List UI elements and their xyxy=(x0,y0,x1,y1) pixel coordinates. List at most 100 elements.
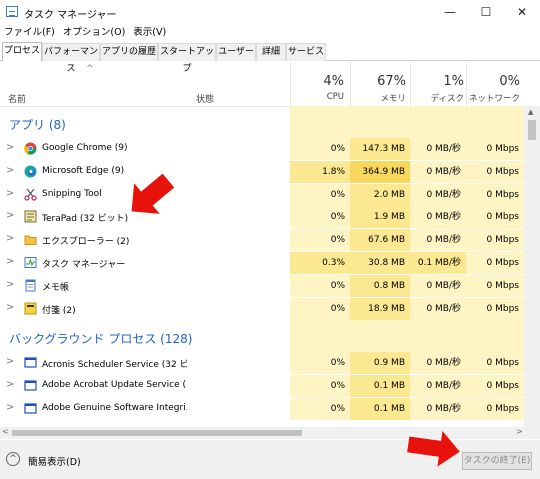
process-row[interactable]: > Adobe Genuine Software Integri... 0% 0.1 … xyxy=(0,397,524,420)
network-value: 0 Mbps xyxy=(466,206,524,229)
vertical-scrollbar[interactable]: ▲ xyxy=(524,106,540,427)
tab-app-history[interactable]: アプリの履歴 xyxy=(100,43,158,61)
cpu-value: 0% xyxy=(290,274,350,297)
group-apps: アプリ (8) xyxy=(9,118,66,132)
column-name[interactable]: 名前 xyxy=(8,92,26,105)
chevron-right-icon[interactable]: > xyxy=(6,142,14,153)
disk-value: 0 MB/秒 xyxy=(410,206,466,229)
process-row[interactable]: > メモ帳 0% 0.8 MB 0 MB/秒 0 Mbps xyxy=(0,274,524,297)
menu-view[interactable]: 表示(V) xyxy=(129,24,170,42)
task-manager-icon xyxy=(24,256,37,269)
tab-processes[interactable]: プロセス xyxy=(2,42,42,61)
network-value: 0 Mbps xyxy=(466,229,524,252)
minimize-button[interactable]: — xyxy=(432,0,468,24)
chevron-right-icon[interactable]: > xyxy=(6,279,14,290)
task-manager-app-icon xyxy=(6,6,18,17)
cpu-value: 0% xyxy=(290,374,350,397)
chevron-right-icon[interactable]: > xyxy=(6,379,14,390)
process-row[interactable]: > Microsoft Edge (9) 1.8% 364.9 MB 0 MB/秒 0 M… xyxy=(0,160,524,183)
group-background: バックグラウンド プロセス (128) xyxy=(9,332,193,346)
disk-value: 0 MB/秒 xyxy=(410,397,466,420)
process-name: エクスプローラー (2) xyxy=(42,237,130,248)
scissors-icon xyxy=(24,188,37,201)
scroll-up-icon[interactable]: ▲ xyxy=(528,108,533,116)
tab-services[interactable]: サービス xyxy=(286,43,326,61)
process-name: Google Chrome (9) xyxy=(42,143,128,153)
process-name: メモ帳 xyxy=(42,282,70,293)
chevron-up-circle-icon[interactable]: ^ xyxy=(6,452,20,466)
sort-up-icon: ^ xyxy=(86,64,94,74)
column-status[interactable]: 状態 xyxy=(196,92,214,105)
tab-users[interactable]: ユーザー xyxy=(216,43,256,61)
disk-value: 0 MB/秒 xyxy=(410,160,466,183)
chevron-right-icon[interactable]: > xyxy=(6,402,14,413)
network-value: 0 Mbps xyxy=(466,160,524,183)
chevron-right-icon[interactable]: > xyxy=(6,302,14,313)
memory-value: 364.9 MB xyxy=(350,160,410,183)
process-row[interactable]: > TeraPad (32 ビット) 0% 1.9 MB 0 MB/秒 0 Mbps xyxy=(0,206,524,229)
process-name: Acronis Scheduler Service (32 ビ... xyxy=(42,360,187,370)
fewer-details-link[interactable]: 簡易表示(D) xyxy=(28,454,81,468)
cpu-total[interactable]: 4% xyxy=(288,74,344,89)
window-title: タスク マネージャー xyxy=(24,10,117,21)
column-network[interactable]: ネットワーク xyxy=(464,92,520,104)
chevron-right-icon[interactable]: > xyxy=(6,188,14,199)
column-memory[interactable]: メモリ xyxy=(350,92,406,104)
process-row[interactable]: > タスク マネージャー 0.3% 30.8 MB 0.1 MB/秒 0 Mbps xyxy=(0,252,524,274)
scroll-left-icon[interactable]: < xyxy=(2,427,9,436)
tab-bar: プロセス パフォーマンス アプリの履歴 スタートアップ ユーザー 詳細 サービス xyxy=(0,42,540,74)
heatmap-strip xyxy=(290,320,524,352)
memory-value: 0.1 MB xyxy=(350,397,410,420)
notepad-icon xyxy=(24,279,37,292)
process-name: Adobe Acrobat Update Service (... xyxy=(42,379,187,390)
tab-performance[interactable]: パフォーマンス xyxy=(42,43,100,74)
tab-startup[interactable]: スタートアップ xyxy=(158,43,216,74)
column-header: ^ 名前 状態 4% CPU 67% メモリ 1% ディスク 0% ネットワーク xyxy=(0,62,524,107)
chevron-right-icon[interactable]: > xyxy=(6,233,14,244)
disk-value: 0 MB/秒 xyxy=(410,274,466,297)
memory-total[interactable]: 67% xyxy=(350,74,406,89)
chevron-right-icon[interactable]: > xyxy=(6,356,14,367)
sticky-notes-icon xyxy=(24,302,37,315)
menu-options[interactable]: オプション(O) xyxy=(59,24,129,42)
service-icon xyxy=(24,356,37,369)
column-divider xyxy=(290,62,291,106)
process-row[interactable]: > Adobe Acrobat Update Service (... 0% 0.1 … xyxy=(0,374,524,397)
cpu-value: 1.8% xyxy=(290,160,350,183)
process-name: Adobe Genuine Software Integri... xyxy=(42,402,187,413)
cpu-value: 0% xyxy=(290,229,350,252)
title-bar: タスク マネージャー — ☐ ✕ xyxy=(0,0,540,24)
disk-value: 0 MB/秒 xyxy=(410,229,466,252)
end-task-button[interactable]: タスクの終了(E) xyxy=(462,452,532,470)
menu-file[interactable]: ファイル(F) xyxy=(0,24,59,42)
cpu-value: 0% xyxy=(290,183,350,206)
close-button[interactable]: ✕ xyxy=(504,0,540,24)
process-list: アプリ (8) バックグラウンド プロセス (128) > Google Chro… xyxy=(0,106,524,426)
process-row[interactable]: > Google Chrome (9) 0% 147.3 MB 0 MB/秒 0 Mbps xyxy=(0,138,524,160)
process-row[interactable]: > Acronis Scheduler Service (32 ビ... 0% 0.9… xyxy=(0,352,524,374)
chevron-right-icon[interactable]: > xyxy=(6,165,14,176)
network-value: 0 Mbps xyxy=(466,252,524,274)
disk-value: 0 MB/秒 xyxy=(410,297,466,320)
horizontal-scroll-thumb[interactable] xyxy=(12,430,302,436)
memory-value: 0.8 MB xyxy=(350,274,410,297)
network-value: 0 Mbps xyxy=(466,274,524,297)
folder-icon xyxy=(24,233,37,246)
chevron-right-icon[interactable]: > xyxy=(6,210,14,221)
disk-total[interactable]: 1% xyxy=(408,74,464,89)
service-icon xyxy=(24,402,37,415)
vertical-scroll-thumb[interactable] xyxy=(528,120,536,140)
scroll-right-icon[interactable]: > xyxy=(516,427,523,436)
process-row[interactable]: > 付箋 (2) 0% 18.9 MB 0 MB/秒 0 Mbps xyxy=(0,297,524,320)
tab-details[interactable]: 詳細 xyxy=(256,43,286,61)
process-row[interactable]: > Snipping Tool 0% 2.0 MB 0 MB/秒 0 Mbps xyxy=(0,183,524,206)
column-disk[interactable]: ディスク xyxy=(408,92,464,104)
edge-icon xyxy=(24,165,37,178)
column-cpu[interactable]: CPU xyxy=(288,92,344,102)
network-total[interactable]: 0% xyxy=(464,74,520,89)
cpu-value: 0% xyxy=(290,138,350,160)
process-row[interactable]: > エクスプローラー (2) 0% 67.6 MB 0 MB/秒 0 Mbps xyxy=(0,229,524,252)
column-divider xyxy=(410,62,411,106)
maximize-button[interactable]: ☐ xyxy=(468,0,504,24)
chevron-right-icon[interactable]: > xyxy=(6,256,14,267)
